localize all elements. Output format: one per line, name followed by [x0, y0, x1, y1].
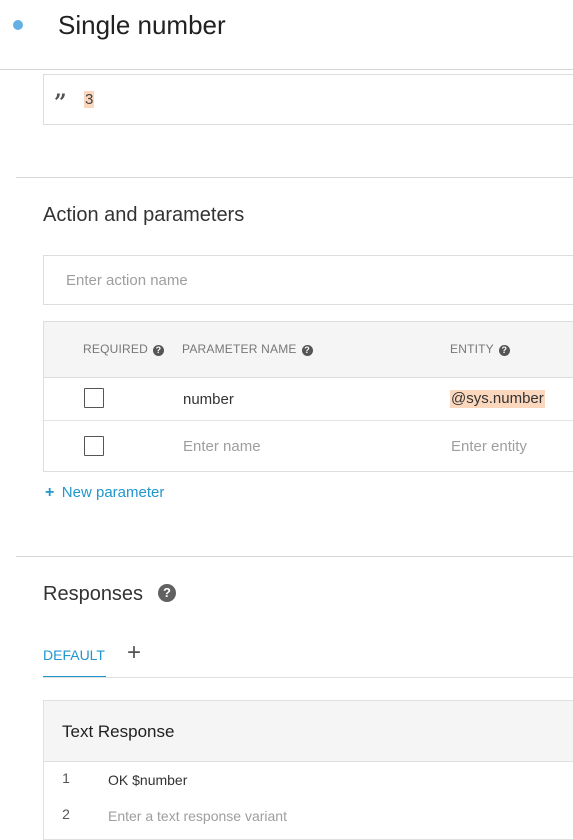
- line-number: 1: [62, 770, 70, 786]
- card-title: Text Response: [62, 722, 175, 741]
- responses-section-title: Responses: [43, 583, 144, 605]
- tabs-divider: [43, 677, 573, 678]
- column-header-label: PARAMETER NAME: [182, 342, 297, 356]
- training-phrase-row[interactable]: ” 3: [43, 74, 573, 125]
- column-header-entity: ENTITY?: [450, 342, 510, 356]
- new-parameter-button[interactable]: + New parameter: [45, 484, 164, 502]
- parameters-table: REQUIRED? PARAMETER NAME? ENTITY? number…: [43, 321, 573, 472]
- section-divider: [16, 556, 573, 557]
- annotated-value-highlight: 3: [84, 91, 95, 108]
- status-dot: [13, 20, 23, 30]
- response-text[interactable]: OK $number: [108, 771, 187, 789]
- parameter-name-value[interactable]: number: [183, 391, 234, 409]
- help-icon[interactable]: ?: [158, 584, 176, 602]
- column-header-label: ENTITY: [450, 342, 494, 356]
- quote-icon: ”: [54, 90, 67, 116]
- page-title: Single number: [58, 10, 226, 40]
- response-input[interactable]: Enter a text response variant: [108, 807, 287, 825]
- help-icon[interactable]: ?: [301, 345, 313, 356]
- plus-icon: +: [45, 484, 55, 501]
- required-checkbox[interactable]: [84, 436, 104, 456]
- row-divider: [44, 420, 573, 421]
- parameter-name-input[interactable]: Enter name: [183, 438, 261, 456]
- action-section-title: Action and parameters: [43, 204, 245, 226]
- column-header-label: REQUIRED: [83, 342, 148, 356]
- line-number: 2: [62, 806, 70, 822]
- card-header: Text Response: [44, 701, 573, 762]
- training-phrase-text[interactable]: 3: [84, 91, 95, 109]
- table-header: REQUIRED? PARAMETER NAME? ENTITY?: [44, 322, 573, 378]
- add-tab-icon[interactable]: +: [127, 640, 141, 666]
- tab-default[interactable]: DEFAULT: [43, 647, 105, 663]
- help-icon[interactable]: ?: [152, 345, 164, 356]
- help-icon[interactable]: ?: [498, 345, 510, 356]
- action-name-input[interactable]: Enter action name: [43, 255, 573, 305]
- text-response-card: Text Response 1 OK $number 2 Enter a tex…: [43, 700, 573, 840]
- entity-value[interactable]: @sys.number: [450, 390, 545, 408]
- action-name-placeholder: Enter action name: [66, 272, 188, 289]
- column-header-parameter-name: PARAMETER NAME?: [182, 342, 313, 356]
- entity-input[interactable]: Enter entity: [451, 438, 527, 456]
- section-divider: [16, 177, 573, 178]
- header-divider: [0, 69, 573, 70]
- required-checkbox[interactable]: [84, 388, 104, 408]
- column-header-required: REQUIRED?: [83, 342, 164, 356]
- new-parameter-label: New parameter: [61, 484, 165, 501]
